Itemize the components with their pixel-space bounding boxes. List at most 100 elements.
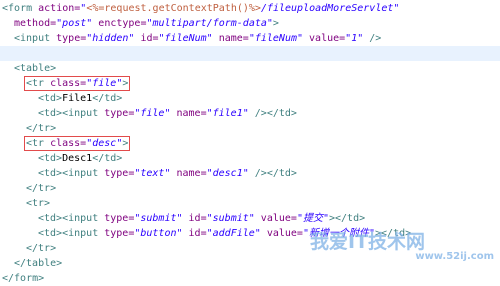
code-token: <tr xyxy=(26,138,45,149)
code-token: enctype= xyxy=(92,18,147,29)
code-content: <td>Desc1</td> xyxy=(38,153,122,164)
code-content: <table> xyxy=(14,63,56,74)
code-token: <input xyxy=(14,33,51,44)
watermark-text: 我爱IT技术网 xyxy=(310,231,426,253)
code-content: method="post" enctype="multipart/form-da… xyxy=(14,18,279,29)
code-token: "addFile" xyxy=(206,228,261,239)
code-token: <td> xyxy=(38,153,63,164)
code-line: <tr class="file"> xyxy=(0,76,500,91)
code-token: <td> xyxy=(38,93,63,104)
code-token: <td> xyxy=(38,168,63,179)
code-token: "hidden" xyxy=(86,33,135,44)
code-token: "submit" xyxy=(206,213,255,224)
code-token: </td> xyxy=(92,153,123,164)
code-line: </tr> xyxy=(0,121,500,136)
code-token: <input xyxy=(62,228,99,239)
code-token: /> xyxy=(363,33,382,44)
code-token: id= xyxy=(134,33,159,44)
code-token: "desc1" xyxy=(206,168,249,179)
watermark-url: www.52ij.com xyxy=(415,251,494,262)
code-content: <td><input type="submit" id="submit" val… xyxy=(38,213,365,224)
code-token: id= xyxy=(182,228,207,239)
code-content: <td><input type="file" name="file1" /></… xyxy=(38,108,297,119)
code-token: </td> xyxy=(335,213,366,224)
code-content: </form> xyxy=(2,273,44,284)
code-content: </tr> xyxy=(26,123,56,134)
code-token: <td> xyxy=(38,213,63,224)
code-token: </td> xyxy=(266,168,297,179)
code-line: <td>File1</td> xyxy=(0,91,500,106)
code-token: </tr> xyxy=(26,123,57,134)
code-line: <td><input type="text" name="desc1" /></… xyxy=(0,166,500,181)
code-token: type= xyxy=(50,33,87,44)
code-token: class= xyxy=(44,138,87,149)
code-token: value= xyxy=(260,228,303,239)
code-line: method="post" enctype="multipart/form-da… xyxy=(0,16,500,31)
code-token: type= xyxy=(98,168,135,179)
code-token: <%=request.getContextPath()%> xyxy=(86,3,261,14)
code-line: <tr> xyxy=(0,196,500,211)
code-token: <table> xyxy=(14,63,57,74)
code-line xyxy=(0,46,500,61)
code-token: "file" xyxy=(134,108,171,119)
highlighted-tr-tag: <tr class="desc"> xyxy=(23,136,131,151)
code-token: <input xyxy=(62,108,99,119)
code-token: "desc" xyxy=(86,138,123,149)
code-token: </form> xyxy=(2,273,45,284)
code-token: value= xyxy=(303,33,346,44)
code-line: <input type="hidden" id="fileNum" name="… xyxy=(0,31,500,46)
code-line: <td><input type="submit" id="submit" val… xyxy=(0,211,500,226)
code-content: </table> xyxy=(14,258,62,269)
code-token: <tr xyxy=(26,78,45,89)
code-token: value= xyxy=(254,213,297,224)
code-token: name= xyxy=(212,33,249,44)
code-token: "button" xyxy=(134,228,183,239)
code-token: "提交" xyxy=(296,213,329,224)
code-line: <td><input type="file" name="file1" /></… xyxy=(0,106,500,121)
code-token: /> xyxy=(248,168,267,179)
code-token: "text" xyxy=(134,168,171,179)
code-content: </tr> xyxy=(26,183,56,194)
code-token: </td> xyxy=(92,93,123,104)
code-line: <tr class="desc"> xyxy=(0,136,500,151)
code-token: "file1" xyxy=(206,108,249,119)
code-token: <td> xyxy=(38,108,63,119)
code-token: name= xyxy=(170,168,207,179)
code-content: <tr> xyxy=(26,198,50,209)
code-content: <td>File1</td> xyxy=(38,93,122,104)
code-token: form xyxy=(8,3,33,14)
site-watermark: 我爱IT技术网 www.52ij.com xyxy=(310,232,500,268)
code-token: <td> xyxy=(38,228,63,239)
code-token: "fileNum" xyxy=(158,33,213,44)
code-token: type= xyxy=(98,213,135,224)
code-token: class= xyxy=(44,78,87,89)
code-token: > xyxy=(122,78,129,89)
code-token: <input xyxy=(62,168,99,179)
code-token: id= xyxy=(182,213,207,224)
code-token: /fileuploadMoreServlet" xyxy=(260,3,400,14)
code-token: </table> xyxy=(14,258,63,269)
code-token: /> xyxy=(248,108,267,119)
code-token: "1" xyxy=(345,33,364,44)
code-line: </form> xyxy=(0,271,500,286)
code-token: "file" xyxy=(86,78,123,89)
code-token: <tr> xyxy=(26,198,51,209)
code-token: method= xyxy=(14,18,57,29)
code-token: "submit" xyxy=(134,213,183,224)
code-content: </tr> xyxy=(26,243,56,254)
code-token: type= xyxy=(98,108,135,119)
code-line: <td>Desc1</td> xyxy=(0,151,500,166)
code-token: </tr> xyxy=(26,183,57,194)
code-token: > xyxy=(122,138,129,149)
code-token: "fileNum" xyxy=(248,33,304,44)
code-token: <input xyxy=(62,213,99,224)
code-content: <td><input type="text" name="desc1" /></… xyxy=(38,168,297,179)
code-token: File1 xyxy=(62,93,93,104)
code-token: action= xyxy=(32,3,81,14)
code-content: <form action="<%=request.getContextPath(… xyxy=(2,3,399,14)
code-token: Desc1 xyxy=(62,153,93,164)
code-token: > xyxy=(272,18,279,29)
code-content: <input type="hidden" id="fileNum" name="… xyxy=(14,33,381,44)
code-token: </td> xyxy=(266,108,297,119)
code-token: name= xyxy=(170,108,207,119)
